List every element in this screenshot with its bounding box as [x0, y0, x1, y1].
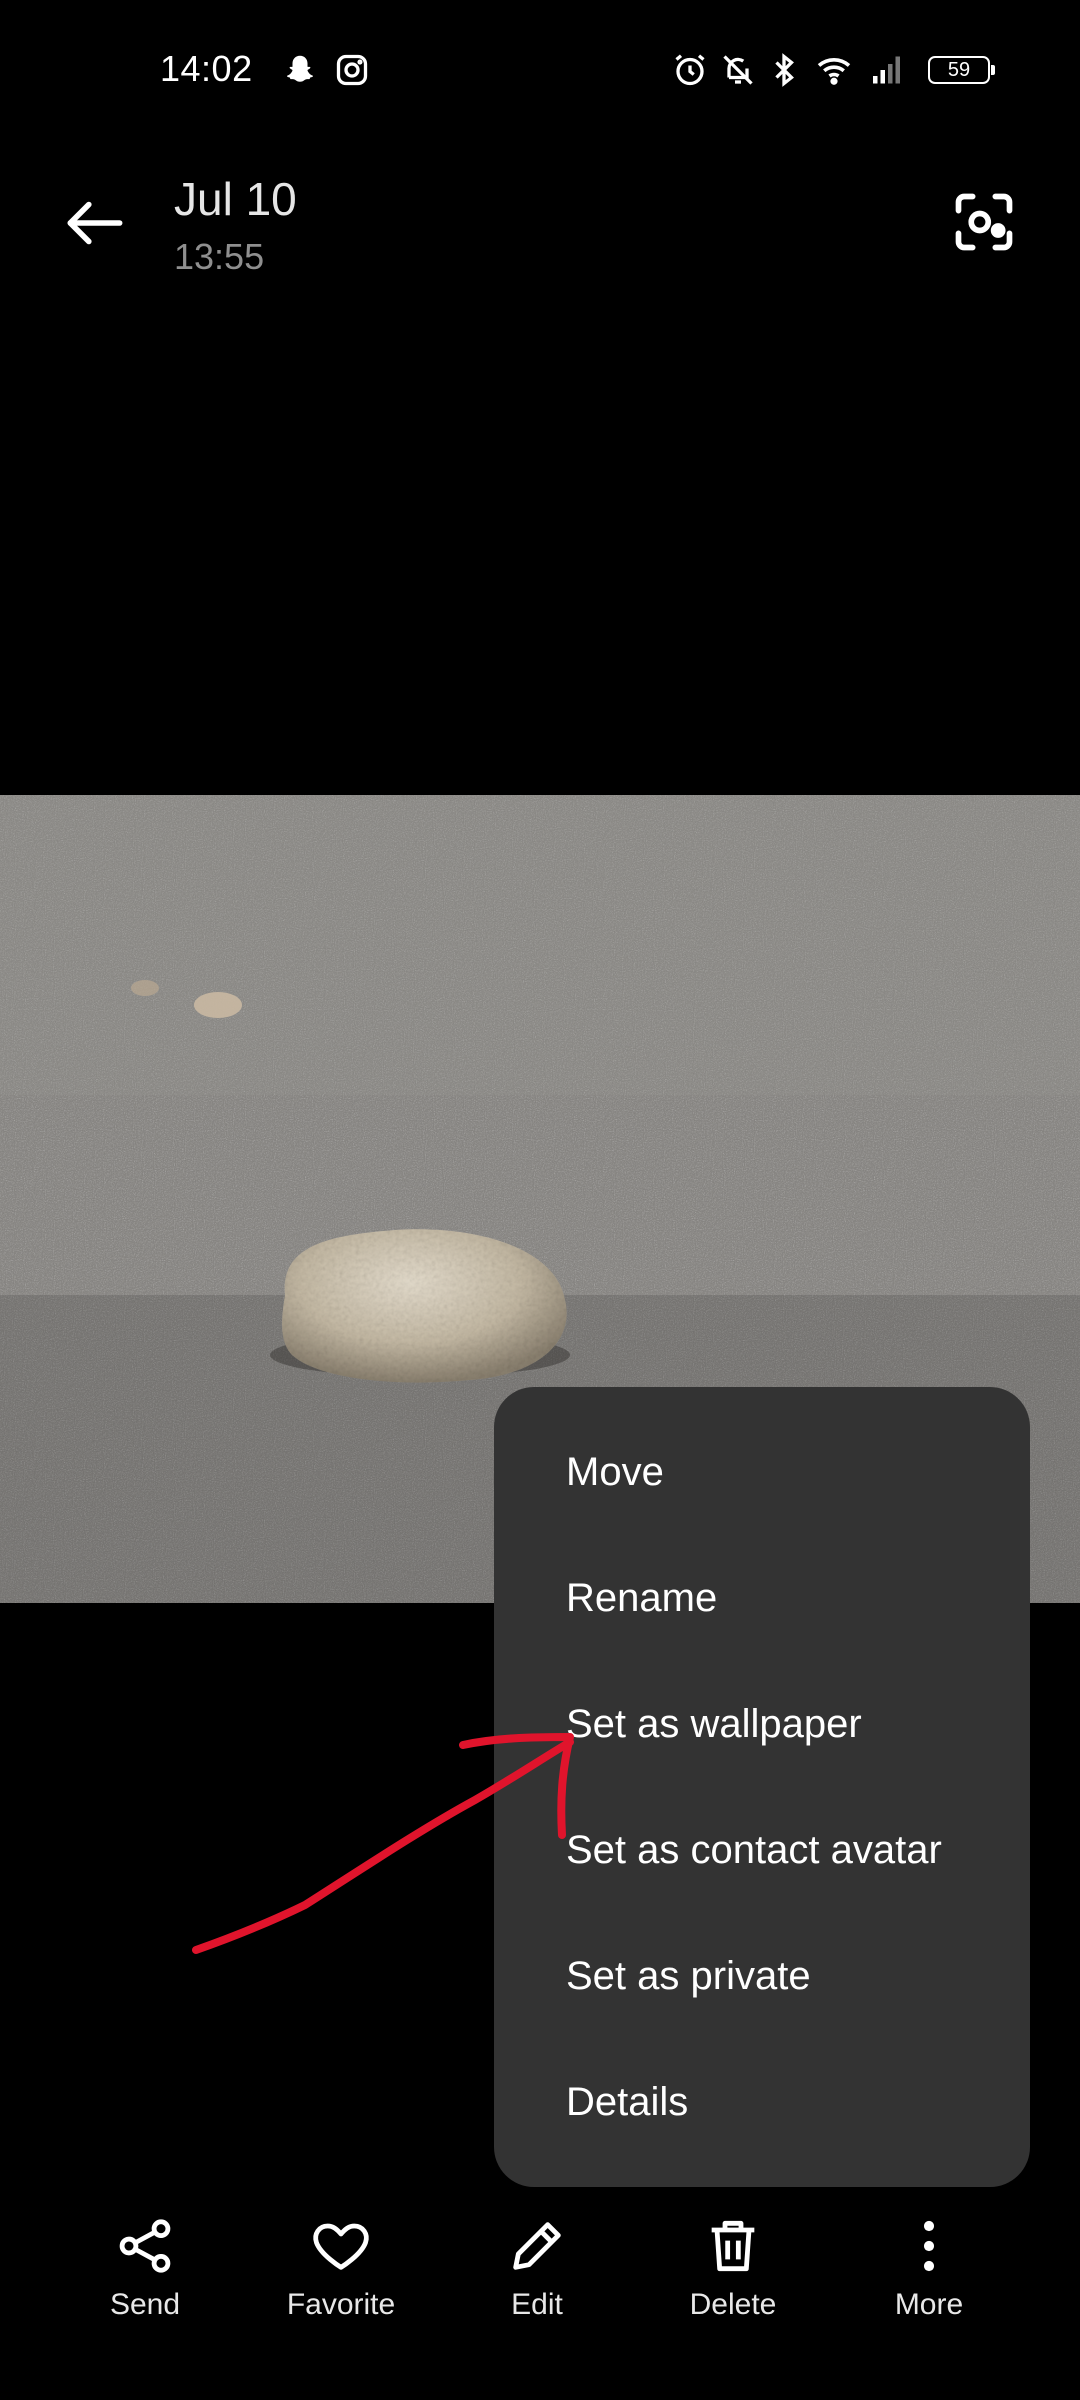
menu-item-rename[interactable]: Rename [494, 1535, 1030, 1661]
bottom-toolbar: Send Favorite Edit Delete More [0, 2200, 1080, 2400]
lens-scan-icon [955, 193, 1013, 251]
delete-label: Delete [689, 2288, 777, 2321]
send-label: Send [109, 2288, 181, 2321]
more-label: More [894, 2288, 964, 2321]
bluetooth-icon [766, 52, 802, 88]
share-icon [113, 2214, 177, 2278]
photo-time: 13:55 [174, 236, 265, 277]
snapchat-icon [282, 52, 318, 88]
trash-icon [701, 2214, 765, 2278]
back-arrow-icon [67, 201, 123, 245]
status-time: 14:02 [160, 48, 253, 89]
instagram-icon [334, 52, 370, 88]
back-button[interactable] [58, 186, 132, 260]
menu-item-details[interactable]: Details [494, 2039, 1030, 2165]
send-button[interactable]: Send [55, 2214, 235, 2322]
edit-button[interactable]: Edit [447, 2214, 627, 2322]
pencil-icon [505, 2214, 569, 2278]
favorite-label: Favorite [286, 2288, 396, 2321]
heart-icon [309, 2214, 373, 2278]
more-options-menu: Move Rename Set as wallpaper Set as cont… [494, 1387, 1030, 2187]
menu-item-set-as-wallpaper[interactable]: Set as wallpaper [494, 1661, 1030, 1787]
favorite-button[interactable]: Favorite [251, 2214, 431, 2322]
menu-item-set-as-contact-avatar[interactable]: Set as contact avatar [494, 1787, 1030, 1913]
signal-icon [866, 52, 910, 88]
battery-indicator: 59 [928, 56, 995, 84]
more-button[interactable]: More [839, 2214, 1019, 2322]
mute-icon [720, 52, 756, 88]
alarm-icon [672, 52, 708, 88]
more-vertical-icon [897, 2214, 961, 2278]
lens-scan-button[interactable] [950, 188, 1018, 256]
menu-item-move[interactable]: Move [494, 1409, 1030, 1535]
photo-date: Jul 10 [174, 173, 297, 225]
delete-button[interactable]: Delete [643, 2214, 823, 2322]
status-bar: 14:02 59 [0, 0, 1080, 140]
wifi-icon [812, 52, 856, 88]
menu-item-set-as-private[interactable]: Set as private [494, 1913, 1030, 2039]
edit-label: Edit [511, 2288, 563, 2321]
